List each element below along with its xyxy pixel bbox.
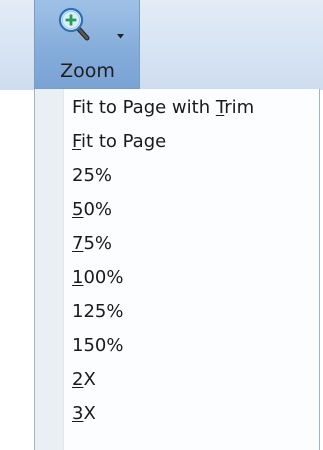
- menu-item-text: 00%: [83, 267, 124, 288]
- menu-item-text: rim: [224, 97, 255, 118]
- mnemonic-key: 3: [72, 403, 84, 424]
- zoom-dropdown-menu: Fit to Page with Trim Fit to Page 25% 50% 75…: [34, 89, 320, 450]
- menu-item-25-percent[interactable]: 25%: [35, 159, 319, 193]
- menu-item-125-percent[interactable]: 125%: [35, 295, 319, 329]
- mnemonic-key: 2: [72, 369, 84, 390]
- menu-item-50-percent[interactable]: 50%: [35, 193, 319, 227]
- menu-item-text: Fit to Page with: [72, 97, 216, 118]
- menu-item-text: 0%: [83, 199, 113, 220]
- mnemonic-key: T: [215, 97, 225, 118]
- zoom-button[interactable]: Zoom: [34, 0, 140, 89]
- mnemonic-key: F: [72, 131, 82, 152]
- menu-item-3x[interactable]: 3X: [35, 397, 319, 431]
- mnemonic-key: 5: [72, 199, 84, 220]
- menu-item-text: 150%: [72, 335, 124, 356]
- menu-item-2x[interactable]: 2X: [35, 363, 319, 397]
- menu-items: Fit to Page with Trim Fit to Page 25% 50% 75…: [35, 89, 319, 431]
- menu-item-text: it to Page: [81, 131, 167, 152]
- menu-item-150-percent[interactable]: 150%: [35, 329, 319, 363]
- zoom-button-label: Zoom: [60, 60, 115, 82]
- menu-item-text: 5%: [83, 233, 113, 254]
- mnemonic-key: 7: [72, 233, 84, 254]
- menu-item-text: 25%: [72, 165, 113, 186]
- menu-item-text: 125%: [72, 301, 124, 322]
- zoom-in-magnifier-icon: [58, 7, 90, 41]
- menu-item-fit-to-page-with-trim[interactable]: Fit to Page with Trim: [35, 91, 319, 125]
- menu-item-text: X: [83, 403, 96, 424]
- zoom-ribbon-area: Zoom Fit to Page with Trim Fit to Page 25%…: [0, 0, 323, 450]
- menu-item-100-percent[interactable]: 100%: [35, 261, 319, 295]
- dropdown-arrow-icon[interactable]: [117, 34, 124, 39]
- mnemonic-key: 1: [72, 267, 84, 288]
- menu-item-75-percent[interactable]: 75%: [35, 227, 319, 261]
- menu-item-text: X: [83, 369, 96, 390]
- menu-item-fit-to-page[interactable]: Fit to Page: [35, 125, 319, 159]
